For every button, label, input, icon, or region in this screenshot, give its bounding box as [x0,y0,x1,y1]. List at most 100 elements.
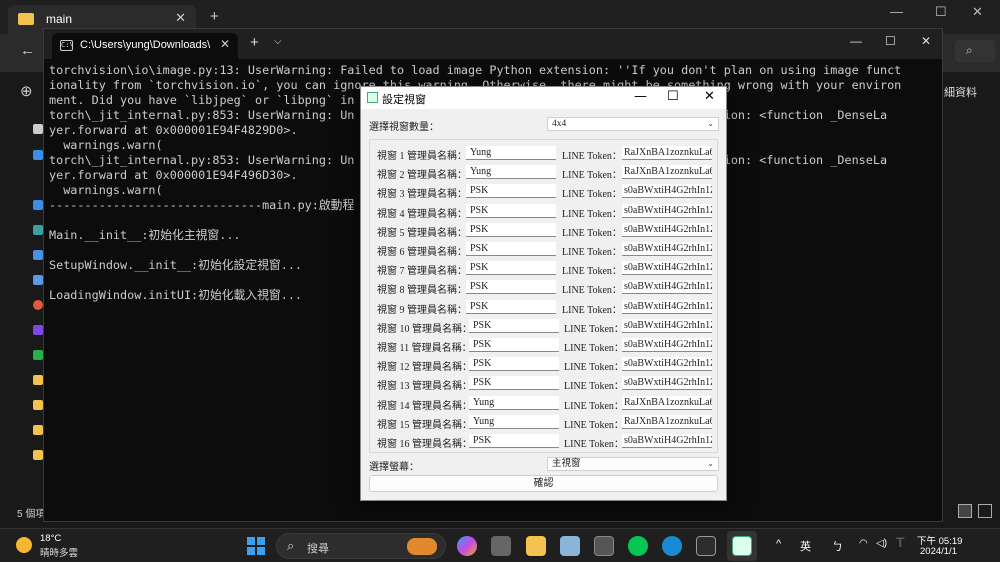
terminal-new-tab-button[interactable]: + [250,34,259,51]
explorer-new-tab-button[interactable]: + [210,8,219,25]
chevron-down-icon[interactable]: ⌵ [274,36,282,47]
line-token-input[interactable]: s0aBWxtiH4G2rhIn1Zaf [622,376,712,391]
line-token-input[interactable]: s0aBWxtiH4G2rhIn1Zaf [622,299,712,314]
admin-name-label: 視窗 15 管理員名稱： [377,419,472,431]
dialog-minimize-button[interactable]: — [634,89,647,104]
wifi-icon[interactable]: ◠ [859,538,868,549]
line-token-input[interactable]: s0aBWxtiH4G2rhIn1Zaf [622,280,712,295]
terminal-minimize-button[interactable]: — [850,34,862,48]
admin-name-input[interactable]: PSK [466,261,556,276]
terminal-maximize-button[interactable]: ☐ [885,34,896,48]
ime-language[interactable]: 英 [800,538,811,554]
sidebar-drive-icon[interactable] [33,350,43,360]
line-token-input[interactable]: s0aBWxtiH4G2rhIn1Zaf [622,434,712,448]
window-count-select[interactable]: 4x4 ⌄ [547,117,719,131]
tiles-view-icon[interactable] [978,504,992,518]
screen-select[interactable]: 主視窗 ⌄ [547,457,719,471]
dialog-maximize-button[interactable]: ☐ [667,89,679,104]
admin-name-label: 視窗 7 管理員名稱： [377,266,467,278]
task-view-icon[interactable] [491,536,511,556]
taskbar-search-box[interactable]: ⌕ 搜尋 [276,533,446,559]
admin-name-label: 視窗 10 管理員名稱： [377,323,472,335]
explorer-close-button[interactable]: ✕ [972,4,983,20]
confirm-button[interactable]: 確認 [369,475,718,492]
line-app-icon[interactable] [628,536,648,556]
sidebar-documents-icon[interactable] [33,250,43,260]
clock-time[interactable]: 下午 05:19 [917,533,962,547]
admin-name-input[interactable]: Yung [466,165,556,180]
line-token-input[interactable]: RaJXnBA1zoznkuLa6bL [622,165,712,180]
admin-name-input[interactable]: PSK [466,242,556,256]
line-token-input[interactable]: s0aBWxtiH4G2rhIn1Zaf [622,222,712,237]
window-row: 視窗 5 管理員名稱： PSK LINE Token： s0aBWxtiH4G2rhI… [377,221,717,240]
line-token-input[interactable]: s0aBWxtiH4G2rhIn1Zaf [622,338,712,352]
admin-name-input[interactable]: PSK [466,203,556,218]
admin-name-input[interactable]: Yung [466,146,556,160]
window-row: 視窗 9 管理員名稱： PSK LINE Token： s0aBWxtiH4G2rhI… [377,298,717,317]
admin-name-input[interactable]: PSK [469,434,559,448]
dialog-title: 設定視窗 [382,94,426,106]
weather-icon[interactable] [16,537,32,553]
admin-name-input[interactable]: PSK [466,280,556,295]
admin-name-input[interactable]: Yung [469,414,559,429]
file-explorer-icon[interactable] [526,536,546,556]
edge-browser-icon[interactable] [662,536,682,556]
line-token-input[interactable]: s0aBWxtiH4G2rhIn1Zaf [622,318,712,333]
copilot-icon[interactable] [457,536,477,556]
sidebar-downloads-icon[interactable] [33,225,43,235]
admin-name-input[interactable]: PSK [466,222,556,237]
weather-temperature[interactable]: 18°C [40,533,61,544]
sidebar-folder-icon[interactable] [33,375,43,385]
sidebar-folder-icon[interactable] [33,450,43,460]
line-token-input[interactable]: s0aBWxtiH4G2rhIn1Zaf [622,242,712,256]
photos-app-icon[interactable] [560,536,580,556]
back-arrow-icon[interactable]: ← [20,42,35,59]
terminal-close-button[interactable]: ✕ [921,34,931,48]
terminal-tab[interactable]: C:\ C:\Users\yung\Downloads\ ✕ [52,33,238,59]
weather-description[interactable]: 晴時多雲 [40,545,78,559]
chevron-up-icon[interactable]: ^ [776,538,781,550]
line-token-input[interactable]: s0aBWxtiH4G2rhIn1Zaf [622,184,712,199]
close-tab-icon[interactable]: ✕ [175,10,186,26]
explorer-search-button[interactable]: ⌕ [955,40,995,62]
admin-name-input[interactable]: PSK [466,184,556,199]
line-token-input[interactable]: RaJXnBA1zoznkuLa6bL [622,395,712,410]
window-settings-group: 視窗 1 管理員名稱： Yung LINE Token： RaJXnBA1zoznku… [369,139,718,453]
admin-name-input[interactable]: PSK [469,357,559,372]
sidebar-videos-icon[interactable] [33,325,43,335]
start-button[interactable] [247,537,265,555]
sidebar-desktop-icon[interactable] [33,200,43,210]
app-window-icon[interactable] [594,536,614,556]
explorer-minimize-button[interactable]: — [890,4,903,19]
admin-name-input[interactable]: PSK [469,318,559,333]
ime-mode[interactable]: ㄅ [832,538,843,554]
clock-date[interactable]: 2024/1/1 [920,546,957,557]
sidebar-gallery-icon[interactable] [33,150,43,160]
details-pane-label[interactable]: 細資料 [944,84,977,100]
admin-name-input[interactable]: PSK [466,299,556,314]
admin-name-input[interactable]: PSK [469,338,559,352]
volume-icon[interactable]: ◁) [876,538,887,549]
admin-name-input[interactable]: PSK [469,376,559,391]
line-token-input[interactable]: s0aBWxtiH4G2rhIn1Zaf [622,203,712,218]
dialog-close-button[interactable]: ✕ [704,89,715,104]
line-token-input[interactable]: RaJXnBA1zoznkuLa6bL [622,146,712,160]
line-token-input[interactable]: RaJXnBA1zoznkuLa6bL [622,414,712,429]
sidebar-music-icon[interactable] [33,300,43,310]
sidebar-folder-icon[interactable] [33,425,43,435]
window-row: 視窗 12 管理員名稱： PSK LINE Token： s0aBWxtiH4G2rh… [377,355,717,374]
terminal-app-icon[interactable] [696,536,716,556]
sidebar-folder-icon[interactable] [33,400,43,410]
search-icon: ⌕ [966,43,973,57]
sidebar-home-icon[interactable] [33,124,43,134]
setup-window-icon[interactable] [732,536,752,556]
line-token-input[interactable]: s0aBWxtiH4G2rhIn1Zaf [622,261,712,276]
line-token-label: LINE Token： [562,151,622,162]
admin-name-input[interactable]: Yung [469,395,559,410]
details-view-icon[interactable] [958,504,972,518]
add-icon[interactable]: ⊕ [20,82,33,100]
sidebar-pictures-icon[interactable] [33,275,43,285]
explorer-maximize-button[interactable]: ☐ [935,4,947,20]
line-token-input[interactable]: s0aBWxtiH4G2rhIn1Zaf [622,357,712,372]
close-tab-icon[interactable]: ✕ [220,37,230,51]
